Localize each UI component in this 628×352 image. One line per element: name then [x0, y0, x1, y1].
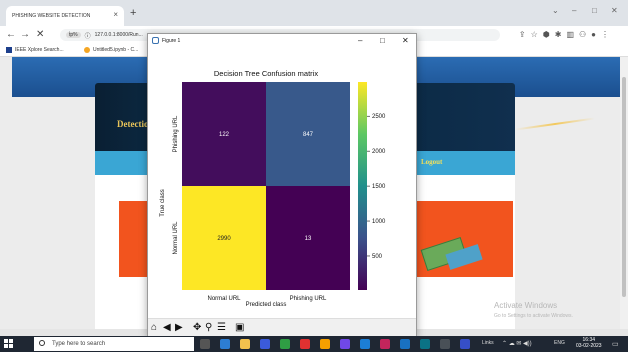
figure-window: Figure 1 – □ ✕ Decision Tree Confusion m…: [147, 33, 417, 337]
colorbar-tick-label: 1500: [372, 184, 386, 190]
illustration-right: [417, 201, 513, 277]
task-view-icon[interactable]: [200, 339, 210, 349]
reload-icon[interactable]: ✕: [36, 29, 44, 40]
y-tick-label: Phishing URL: [173, 115, 179, 152]
clock-date: 03-02-2023: [576, 343, 602, 349]
cell-value-label: 122: [219, 132, 230, 138]
cell-value-label: 847: [303, 132, 314, 138]
ieee-icon: [6, 47, 12, 53]
bookmark-colab[interactable]: Untitled5.ipynb - C...: [84, 47, 138, 53]
app-icon[interactable]: [400, 339, 410, 349]
x-axis-label: Predicted class: [246, 302, 287, 308]
page-scrollbar[interactable]: [620, 57, 628, 329]
activate-windows-subtitle: Go to Settings to activate Windows.: [494, 313, 573, 319]
colorbar-tick-label: 2000: [372, 149, 386, 155]
app-icon[interactable]: [300, 339, 310, 349]
close-window-button[interactable]: ✕: [611, 6, 618, 15]
figure-titlebar: Figure 1 – □ ✕: [148, 34, 416, 48]
x-tick-label: Normal URL: [207, 296, 241, 302]
banner-title: Detectio: [117, 119, 149, 129]
minimize-button[interactable]: –: [572, 6, 576, 15]
logout-link[interactable]: Logout: [421, 158, 442, 166]
configure-subplots-icon[interactable]: ☰: [217, 322, 226, 334]
figure-toolbar: ⌂ ◀ ▶ ✥ ⚲ ☰ ▣: [148, 318, 416, 337]
tab-search-icon[interactable]: ⌄: [552, 6, 559, 15]
save-icon[interactable]: ▣: [235, 322, 244, 334]
zoom-icon[interactable]: ⚲: [205, 322, 212, 334]
colorbar: [358, 82, 367, 290]
back-arrow-icon[interactable]: ←: [6, 29, 16, 40]
windows-taskbar: Type here to search Links ⌃ ☁ ✉ ◀)) ENG …: [0, 336, 628, 352]
app-icon[interactable]: [360, 339, 370, 349]
bookmark-ieee[interactable]: IEEE Xplore Search...: [6, 47, 64, 53]
colorbar-tick-label: 1000: [372, 219, 386, 225]
search-placeholder: Type here to search: [52, 341, 106, 347]
url-chip[interactable]: ṫp%: [66, 32, 81, 38]
chart-title: Decision Tree Confusion matrix: [214, 69, 318, 78]
chrome-icon[interactable]: [320, 339, 330, 349]
taskbar-search-box[interactable]: Type here to search: [34, 337, 194, 351]
colorbar-tick-label: 2500: [372, 114, 386, 120]
y-tick-label: Normal URL: [173, 221, 179, 255]
app-icon[interactable]: [440, 339, 450, 349]
y-axis-label: True class: [160, 189, 166, 216]
home-icon[interactable]: ⌂: [151, 322, 157, 334]
bookmark-label: Untitled5.ipynb - C...: [93, 47, 139, 53]
tray-language[interactable]: ENG: [554, 340, 565, 346]
taskbar-clock[interactable]: 16:34 03-02-2023: [576, 337, 602, 349]
tab-close-icon[interactable]: ×: [113, 10, 118, 19]
file-explorer-icon[interactable]: [240, 339, 250, 349]
edge-icon[interactable]: [220, 339, 230, 349]
activate-windows-title: Activate Windows: [494, 301, 558, 310]
figure-maximize-button[interactable]: □: [380, 36, 385, 45]
tray-links-label[interactable]: Links: [482, 340, 494, 346]
figure-close-button[interactable]: ✕: [402, 36, 409, 45]
forward-arrow-icon[interactable]: →: [20, 29, 30, 40]
maximize-button[interactable]: □: [592, 6, 597, 15]
url-text: 127.0.0.1:8000/Run...: [94, 32, 143, 38]
scrollbar-thumb[interactable]: [622, 77, 626, 297]
cell-value-label: 2990: [217, 236, 231, 242]
browser-tabstrip: PHISHING WEBSITE DETECTION × + ⌄ – □ ✕: [0, 0, 628, 26]
pan-icon[interactable]: ✥: [193, 322, 201, 334]
app-icon[interactable]: [380, 339, 390, 349]
search-icon: [39, 340, 45, 346]
python-icon[interactable]: [460, 339, 470, 349]
extension-icons[interactable]: ⇪☆⬢✱▥⚇●⋮: [519, 30, 614, 39]
browser-tab[interactable]: PHISHING WEBSITE DETECTION ×: [6, 6, 124, 26]
info-icon[interactable]: ⓘ: [85, 31, 91, 40]
windows-start-icon[interactable]: [4, 339, 14, 349]
forward-arrow-icon[interactable]: ▶: [175, 322, 183, 334]
app-icon[interactable]: [420, 339, 430, 349]
store-icon[interactable]: [260, 339, 270, 349]
figure-minimize-button[interactable]: –: [358, 36, 362, 45]
back-arrow-icon[interactable]: ◀: [163, 322, 171, 334]
tray-icons[interactable]: ⌃ ☁ ✉ ◀)): [502, 340, 532, 347]
cell-value-label: 13: [305, 236, 312, 242]
figure-app-icon: [152, 37, 159, 44]
app-icon[interactable]: [280, 339, 290, 349]
new-tab-button[interactable]: +: [130, 7, 136, 19]
app-icon[interactable]: [340, 339, 350, 349]
tab-title: PHISHING WEBSITE DETECTION: [12, 13, 91, 19]
figure-title: Figure 1: [162, 38, 181, 44]
banner-decoration: [515, 117, 595, 131]
notification-icon[interactable]: ▭: [612, 340, 619, 348]
bookmark-label: IEEE Xplore Search...: [15, 47, 64, 53]
colab-icon: [84, 47, 90, 53]
x-tick-label: Phishing URL: [290, 296, 327, 302]
confusion-matrix-chart: Decision Tree Confusion matrix 122 847 299…: [160, 69, 386, 308]
colorbar-tick-label: 500: [372, 254, 383, 260]
